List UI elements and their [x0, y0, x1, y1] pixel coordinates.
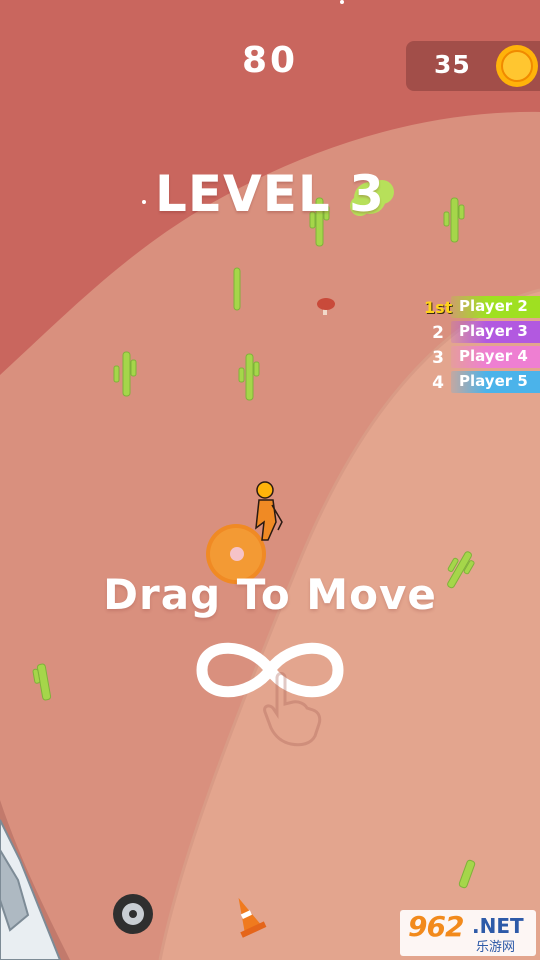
player-pill: Player 4: [451, 346, 540, 368]
watermark-suffix: .NET: [472, 914, 524, 938]
rank-label: 3: [432, 348, 444, 368]
drag-hint: Drag To Move: [103, 570, 437, 619]
leaderboard-row: 1st Player 2: [424, 296, 540, 318]
watermark-chinese: 乐游网: [476, 940, 516, 955]
watermark-number: 962: [408, 910, 464, 943]
player-pill: Player 3: [451, 321, 540, 343]
leaderboard-row: 2 Player 3: [424, 321, 540, 343]
player-name: Player 2: [459, 297, 528, 315]
player-name: Player 5: [459, 372, 528, 390]
player-name: Player 4: [459, 347, 528, 365]
player-pill: Player 5: [451, 371, 540, 393]
rank-label: 2: [432, 323, 444, 343]
rank-label: 1st: [424, 298, 453, 317]
leaderboard: 1st Player 2 2 Player 3 3 Player 4 4 Pla…: [424, 296, 540, 396]
player-pill: Player 2: [451, 296, 540, 318]
cactus: [233, 267, 241, 311]
leaderboard-row: 3 Player 4: [424, 346, 540, 368]
leaderboard-row: 4 Player 5: [424, 371, 540, 393]
coin-count: 35: [434, 50, 471, 79]
game-scene[interactable]: [0, 0, 540, 960]
coin-panel: 35: [406, 41, 540, 91]
player-name: Player 3: [459, 322, 528, 340]
tire: [113, 894, 153, 934]
hand-icon: [263, 672, 322, 747]
rank-label: 4: [432, 373, 444, 393]
watermark-logo: 962 .NET 乐游网: [400, 910, 536, 956]
level-title: LEVEL 3: [155, 165, 385, 223]
coin-icon: [496, 45, 538, 87]
